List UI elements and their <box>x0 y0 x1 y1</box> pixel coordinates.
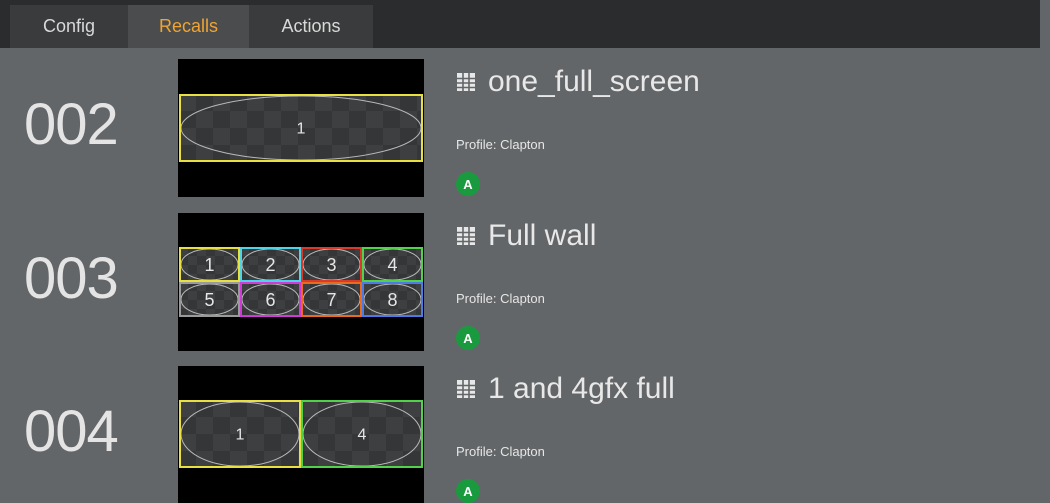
tab-bar: Config Recalls Actions <box>0 0 1050 48</box>
thumbnail-window: 4 <box>362 247 423 282</box>
thumbnail-window-label: 4 <box>387 255 397 275</box>
thumbnail-window: 7 <box>301 282 362 317</box>
recalls-app: Config Recalls Actions 002 1 one_full_sc… <box>0 0 1050 503</box>
recall-title: Full wall <box>454 219 596 253</box>
thumbnail-window: 3 <box>301 247 362 282</box>
thumbnail-window-label: 8 <box>387 290 397 310</box>
recall-badge: A <box>456 172 480 196</box>
grid-icon <box>457 380 475 398</box>
thumbnail-window-label: 4 <box>358 427 367 444</box>
thumbnail-window: 1 <box>179 247 240 282</box>
recall-title-text: one_full_screen <box>488 65 700 98</box>
recall-row[interactable]: 002 1 one_full_screen Profile: Clapton A <box>0 59 1040 199</box>
recall-profile: Profile: Clapton <box>456 291 545 306</box>
recall-number: 002 <box>24 92 119 157</box>
recall-row[interactable]: 004 14 1 and 4gfx full Profile: Clapton … <box>0 366 1040 503</box>
recall-title: one_full_screen <box>454 65 700 99</box>
tab-recalls[interactable]: Recalls <box>128 5 249 48</box>
recall-thumbnail[interactable]: 1 2 3 4 5 6 7 8 <box>178 213 424 351</box>
recall-thumbnail[interactable]: 1 <box>178 59 424 197</box>
recall-number: 004 <box>24 399 119 464</box>
thumbnail-window: 2 <box>240 247 301 282</box>
thumbnail-window: 1 <box>179 400 301 468</box>
thumbnail-window-label: 1 <box>236 427 245 444</box>
grid-icon <box>457 73 475 91</box>
thumbnail-preview: 1 2 3 4 5 6 7 8 <box>179 247 423 317</box>
recall-badge: A <box>456 326 480 350</box>
tab-actions[interactable]: Actions <box>249 5 373 48</box>
thumbnail-window-label: 1 <box>204 255 214 275</box>
grid-icon <box>457 227 475 245</box>
thumbnail-window-label: 7 <box>326 290 336 310</box>
thumbnail-window: 5 <box>179 282 240 317</box>
recall-row[interactable]: 003 12345678 Full wall Profile: Clapton … <box>0 213 1040 353</box>
tab-bar-edge <box>1040 0 1050 48</box>
tab-config[interactable]: Config <box>10 5 128 48</box>
thumbnail-window-label: 2 <box>265 255 275 275</box>
thumbnail-window-label: 5 <box>204 290 214 310</box>
thumbnail-window: 4 <box>301 400 423 468</box>
recall-title: 1 and 4gfx full <box>454 372 675 406</box>
thumbnail-preview: 14 <box>179 400 423 468</box>
recall-thumbnail[interactable]: 14 <box>178 366 424 503</box>
thumbnail-preview: 1 <box>179 94 423 162</box>
thumbnail-window: 1 <box>179 94 423 162</box>
recall-profile: Profile: Clapton <box>456 137 545 152</box>
thumbnail-window: 6 <box>240 282 301 317</box>
thumbnail-window: 8 <box>362 282 423 317</box>
thumbnail-window-label: 1 <box>297 121 306 138</box>
recall-title-text: 1 and 4gfx full <box>488 372 675 405</box>
recall-badge: A <box>456 479 480 503</box>
thumbnail-window-label: 3 <box>326 255 336 275</box>
recall-title-text: Full wall <box>488 219 597 252</box>
recall-profile: Profile: Clapton <box>456 444 545 459</box>
recall-number: 003 <box>24 246 119 311</box>
thumbnail-window-label: 6 <box>265 290 275 310</box>
